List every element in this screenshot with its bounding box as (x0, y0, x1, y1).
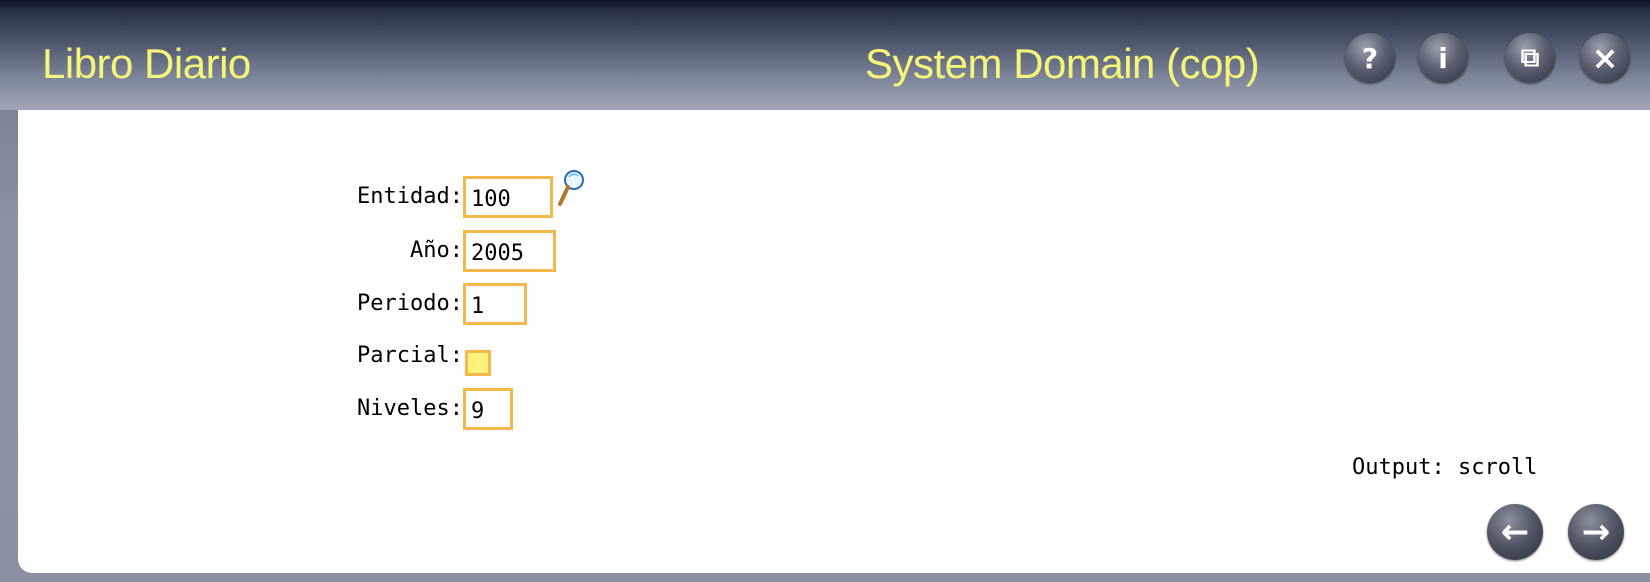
close-icon: × (1591, 39, 1619, 77)
entidad-field[interactable]: 100 (463, 176, 553, 218)
help-button[interactable]: ? (1345, 33, 1395, 83)
niveles-field[interactable]: 9 (463, 388, 513, 430)
back-button[interactable]: ← (1487, 504, 1543, 560)
output-mode-label: Output: scroll (1352, 455, 1538, 480)
restore-window-icon: ⧉ (1520, 42, 1540, 73)
niveles-row: Niveles: (0, 388, 463, 428)
arrow-left-icon: ← (1500, 512, 1530, 552)
magnifier-lookup-icon[interactable] (556, 168, 586, 210)
arrow-right-icon: → (1581, 512, 1611, 552)
periodo-row: Periodo: (0, 283, 463, 323)
anio-field[interactable]: 2005 (463, 230, 556, 272)
entidad-label: Entidad: (357, 184, 463, 209)
close-button[interactable]: × (1580, 33, 1630, 83)
forward-button[interactable]: → (1568, 504, 1624, 560)
window-title: Libro Diario (42, 40, 251, 87)
periodo-field[interactable]: 1 (463, 283, 527, 325)
info-button[interactable]: i (1418, 33, 1468, 83)
restore-button[interactable]: ⧉ (1505, 33, 1555, 83)
domain-title: System Domain (cop) (865, 40, 1260, 87)
periodo-label: Periodo: (357, 291, 463, 316)
entidad-row: Entidad: (0, 176, 463, 216)
title-bar: Libro Diario System Domain (cop) ? i ⧉ × (0, 0, 1650, 110)
help-icon: ? (1361, 41, 1379, 75)
parcial-checkbox[interactable] (465, 350, 491, 376)
niveles-label: Niveles: (357, 396, 463, 421)
info-icon: i (1438, 41, 1448, 75)
parcial-row: Parcial: (0, 343, 463, 383)
parcial-label: Parcial: (357, 343, 463, 368)
anio-row: Año: (0, 230, 463, 270)
anio-label: Año: (410, 238, 463, 263)
